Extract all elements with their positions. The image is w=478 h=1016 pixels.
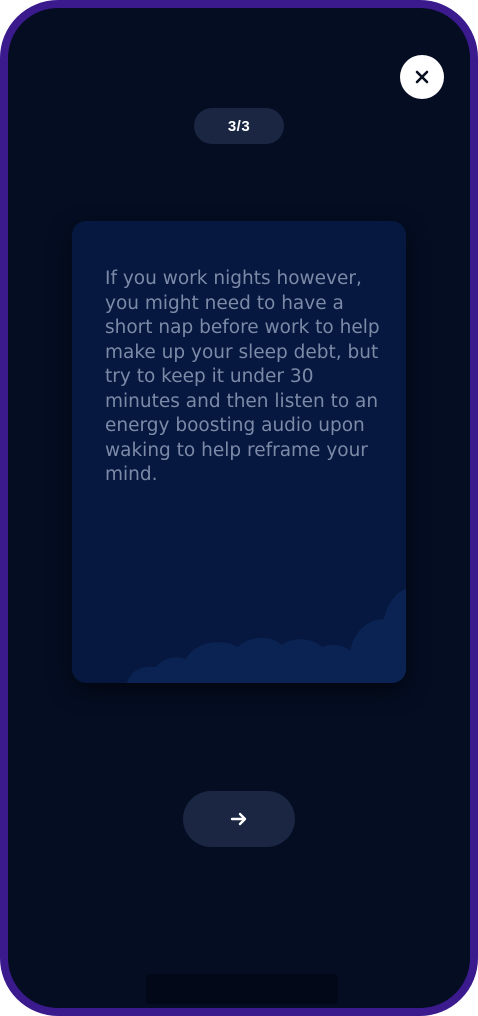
close-button[interactable] xyxy=(400,55,444,99)
home-indicator xyxy=(146,974,338,1004)
progress-indicator: 3/3 xyxy=(194,108,284,144)
tip-card: If you work nights however, you might ne… xyxy=(72,221,406,683)
next-button[interactable] xyxy=(183,791,295,847)
clouds-illustration xyxy=(127,589,406,683)
arrow-right-icon xyxy=(230,812,247,826)
app-screen: 3/3 If you work nights however, you migh… xyxy=(0,0,478,1016)
tip-text: If you work nights however, you might ne… xyxy=(105,268,380,485)
close-icon xyxy=(415,70,429,84)
